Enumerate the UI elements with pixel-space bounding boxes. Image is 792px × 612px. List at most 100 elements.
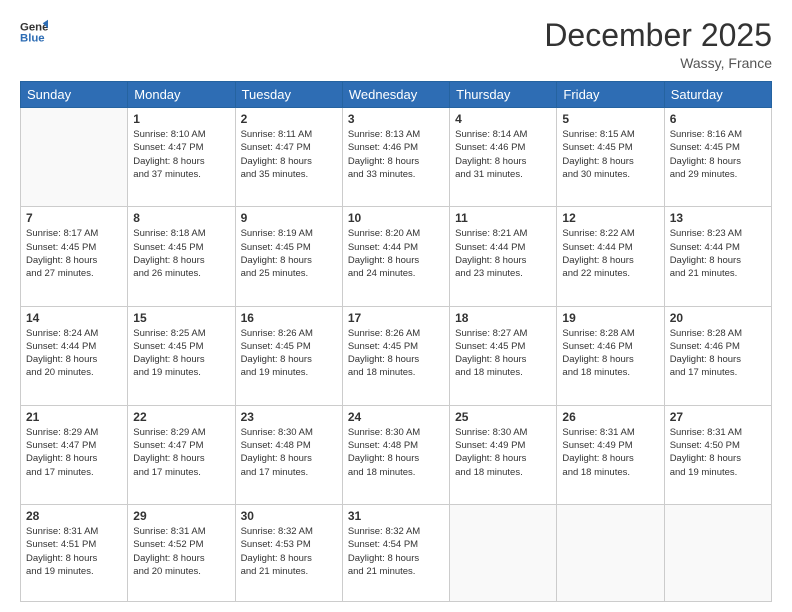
table-row — [557, 505, 664, 602]
table-row: 30Sunrise: 8:32 AM Sunset: 4:53 PM Dayli… — [235, 505, 342, 602]
day-info: Sunrise: 8:31 AM Sunset: 4:49 PM Dayligh… — [562, 426, 658, 479]
day-info: Sunrise: 8:30 AM Sunset: 4:49 PM Dayligh… — [455, 426, 551, 479]
day-info: Sunrise: 8:30 AM Sunset: 4:48 PM Dayligh… — [241, 426, 337, 479]
day-number: 4 — [455, 112, 551, 126]
day-number: 1 — [133, 112, 229, 126]
table-row: 21 Sunrise: 8:29 AM Sunset: 4:47 PM Dayli… — [21, 405, 128, 504]
day-info: Sunrise: 8:31 AM Sunset: 4:52 PM Dayligh… — [133, 525, 229, 578]
table-row: 24Sunrise: 8:30 AM Sunset: 4:48 PM Dayli… — [342, 405, 449, 504]
day-number: 6 — [670, 112, 766, 126]
day-info: Sunrise: 8:16 AM Sunset: 4:45 PM Dayligh… — [670, 128, 766, 181]
day-header-friday: Friday — [557, 82, 664, 108]
subtitle: Wassy, France — [544, 55, 772, 71]
day-number: 2 — [241, 112, 337, 126]
calendar-table: SundayMondayTuesdayWednesdayThursdayFrid… — [20, 81, 772, 602]
table-row: 23Sunrise: 8:30 AM Sunset: 4:48 PM Dayli… — [235, 405, 342, 504]
day-number: 19 — [562, 311, 658, 325]
day-info: Sunrise: 8:21 AM Sunset: 4:44 PM Dayligh… — [455, 227, 551, 280]
day-number: 16 — [241, 311, 337, 325]
logo: General Blue — [20, 18, 48, 46]
table-row: 3 Sunrise: 8:13 AM Sunset: 4:46 PM Daylig… — [342, 108, 449, 207]
day-info: Sunrise: 8:24 AM Sunset: 4:44 PM Dayligh… — [26, 327, 122, 380]
table-row: 28 Sunrise: 8:31 AM Sunset: 4:51 PM Dayli… — [21, 505, 128, 602]
table-row: 9 Sunrise: 8:19 AM Sunset: 4:45 PM Daylig… — [235, 207, 342, 306]
day-number: 29 — [133, 509, 229, 523]
table-row: 18 Sunrise: 8:27 AM Sunset: 4:45 PM Dayli… — [450, 306, 557, 405]
table-row: 20 Sunrise: 8:28 AM Sunset: 4:46 PM Dayli… — [664, 306, 771, 405]
day-header-tuesday: Tuesday — [235, 82, 342, 108]
table-row: 27 Sunrise: 8:31 AM Sunset: 4:50 PM Dayli… — [664, 405, 771, 504]
table-row: 4 Sunrise: 8:14 AM Sunset: 4:46 PM Daylig… — [450, 108, 557, 207]
day-number: 31 — [348, 509, 444, 523]
calendar-header-row: SundayMondayTuesdayWednesdayThursdayFrid… — [21, 82, 772, 108]
day-header-monday: Monday — [128, 82, 235, 108]
table-row: 1Sunrise: 8:10 AM Sunset: 4:47 PM Daylig… — [128, 108, 235, 207]
day-number: 30 — [241, 509, 337, 523]
table-row: 11 Sunrise: 8:21 AM Sunset: 4:44 PM Dayli… — [450, 207, 557, 306]
logo-icon: General Blue — [20, 18, 48, 46]
day-info: Sunrise: 8:11 AM Sunset: 4:47 PM Dayligh… — [241, 128, 337, 181]
day-info: Sunrise: 8:25 AM Sunset: 4:45 PM Dayligh… — [133, 327, 229, 380]
day-info: Sunrise: 8:32 AM Sunset: 4:54 PM Dayligh… — [348, 525, 444, 578]
table-row: 10 Sunrise: 8:20 AM Sunset: 4:44 PM Dayli… — [342, 207, 449, 306]
day-info: Sunrise: 8:31 AM Sunset: 4:50 PM Dayligh… — [670, 426, 766, 479]
table-row: 13 Sunrise: 8:23 AM Sunset: 4:44 PM Dayli… — [664, 207, 771, 306]
day-info: Sunrise: 8:29 AM Sunset: 4:47 PM Dayligh… — [133, 426, 229, 479]
title-block: December 2025 Wassy, France — [544, 18, 772, 71]
day-number: 11 — [455, 211, 551, 225]
calendar-week-2: 7Sunrise: 8:17 AM Sunset: 4:45 PM Daylig… — [21, 207, 772, 306]
day-info: Sunrise: 8:29 AM Sunset: 4:47 PM Dayligh… — [26, 426, 122, 479]
day-number: 22 — [133, 410, 229, 424]
day-number: 10 — [348, 211, 444, 225]
day-header-thursday: Thursday — [450, 82, 557, 108]
main-title: December 2025 — [544, 18, 772, 53]
calendar-week-4: 21 Sunrise: 8:29 AM Sunset: 4:47 PM Dayli… — [21, 405, 772, 504]
day-info: Sunrise: 8:22 AM Sunset: 4:44 PM Dayligh… — [562, 227, 658, 280]
day-info: Sunrise: 8:28 AM Sunset: 4:46 PM Dayligh… — [562, 327, 658, 380]
table-row: 7Sunrise: 8:17 AM Sunset: 4:45 PM Daylig… — [21, 207, 128, 306]
day-info: Sunrise: 8:27 AM Sunset: 4:45 PM Dayligh… — [455, 327, 551, 380]
table-row: 15 Sunrise: 8:25 AM Sunset: 4:45 PM Dayli… — [128, 306, 235, 405]
day-info: Sunrise: 8:14 AM Sunset: 4:46 PM Dayligh… — [455, 128, 551, 181]
day-header-wednesday: Wednesday — [342, 82, 449, 108]
day-info: Sunrise: 8:26 AM Sunset: 4:45 PM Dayligh… — [241, 327, 337, 380]
day-info: Sunrise: 8:19 AM Sunset: 4:45 PM Dayligh… — [241, 227, 337, 280]
calendar-body: 1Sunrise: 8:10 AM Sunset: 4:47 PM Daylig… — [21, 108, 772, 602]
day-info: Sunrise: 8:15 AM Sunset: 4:45 PM Dayligh… — [562, 128, 658, 181]
day-number: 14 — [26, 311, 122, 325]
table-row: 8Sunrise: 8:18 AM Sunset: 4:45 PM Daylig… — [128, 207, 235, 306]
table-row: 25 Sunrise: 8:30 AM Sunset: 4:49 PM Dayli… — [450, 405, 557, 504]
calendar-week-3: 14 Sunrise: 8:24 AM Sunset: 4:44 PM Dayli… — [21, 306, 772, 405]
table-row — [21, 108, 128, 207]
table-row: 14 Sunrise: 8:24 AM Sunset: 4:44 PM Dayli… — [21, 306, 128, 405]
day-info: Sunrise: 8:28 AM Sunset: 4:46 PM Dayligh… — [670, 327, 766, 380]
day-info: Sunrise: 8:23 AM Sunset: 4:44 PM Dayligh… — [670, 227, 766, 280]
table-row — [450, 505, 557, 602]
table-row: 17Sunrise: 8:26 AM Sunset: 4:45 PM Dayli… — [342, 306, 449, 405]
day-info: Sunrise: 8:31 AM Sunset: 4:51 PM Dayligh… — [26, 525, 122, 578]
day-number: 13 — [670, 211, 766, 225]
table-row: 26Sunrise: 8:31 AM Sunset: 4:49 PM Dayli… — [557, 405, 664, 504]
day-number: 21 — [26, 410, 122, 424]
table-row: 29 Sunrise: 8:31 AM Sunset: 4:52 PM Dayli… — [128, 505, 235, 602]
day-number: 8 — [133, 211, 229, 225]
day-number: 20 — [670, 311, 766, 325]
day-number: 3 — [348, 112, 444, 126]
day-number: 9 — [241, 211, 337, 225]
day-number: 15 — [133, 311, 229, 325]
calendar-week-1: 1Sunrise: 8:10 AM Sunset: 4:47 PM Daylig… — [21, 108, 772, 207]
day-number: 27 — [670, 410, 766, 424]
day-info: Sunrise: 8:26 AM Sunset: 4:45 PM Dayligh… — [348, 327, 444, 380]
table-row: 5Sunrise: 8:15 AM Sunset: 4:45 PM Daylig… — [557, 108, 664, 207]
day-number: 18 — [455, 311, 551, 325]
day-info: Sunrise: 8:13 AM Sunset: 4:46 PM Dayligh… — [348, 128, 444, 181]
svg-text:Blue: Blue — [20, 33, 45, 45]
table-row: 12Sunrise: 8:22 AM Sunset: 4:44 PM Dayli… — [557, 207, 664, 306]
calendar-week-5: 28 Sunrise: 8:31 AM Sunset: 4:51 PM Dayli… — [21, 505, 772, 602]
table-row: 2 Sunrise: 8:11 AM Sunset: 4:47 PM Daylig… — [235, 108, 342, 207]
day-number: 28 — [26, 509, 122, 523]
table-row: 31 Sunrise: 8:32 AM Sunset: 4:54 PM Dayli… — [342, 505, 449, 602]
day-number: 25 — [455, 410, 551, 424]
day-info: Sunrise: 8:20 AM Sunset: 4:44 PM Dayligh… — [348, 227, 444, 280]
page: General Blue December 2025 Wassy, France… — [0, 0, 792, 612]
